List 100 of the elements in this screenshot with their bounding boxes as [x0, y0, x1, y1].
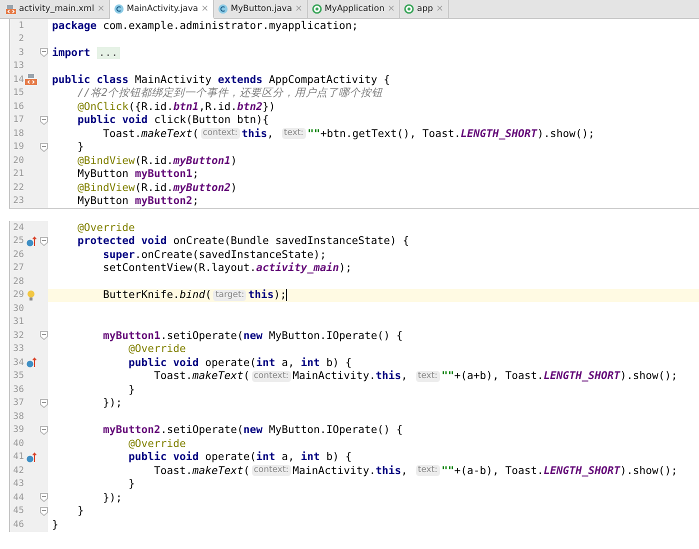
code-text: , — [267, 128, 275, 140]
code-text: .onCreate(savedInstanceState); — [134, 248, 326, 261]
code-text: MainActivity — [134, 74, 212, 86]
line-number: 33 — [12, 344, 24, 354]
line-number: 19 — [12, 142, 24, 152]
code-text: } — [76, 505, 84, 518]
parameter-hint: context: — [252, 465, 291, 476]
string-literal: "" — [442, 464, 454, 477]
parameter-hint: text: — [416, 465, 440, 476]
tab-label: MyButton.java — [230, 4, 292, 14]
code-comment: //将2个按钮都绑定到一个事件，还要区分，用户点了哪个按钮 — [76, 86, 383, 100]
keyword: int — [300, 356, 321, 369]
line-number: 18 — [12, 128, 24, 139]
fold-marker-icon[interactable] — [40, 426, 48, 435]
keyword: int — [256, 356, 276, 369]
line-number: 35 — [12, 371, 24, 382]
line-number: 30 — [12, 304, 24, 314]
keyword: this — [376, 370, 402, 382]
code-text: ) — [230, 154, 237, 167]
tab-label: MainActivity.java — [126, 4, 198, 14]
parameter-hint: text: — [282, 128, 306, 140]
static-field: btn1 — [173, 100, 199, 113]
code-text: ButterKnife. — [102, 289, 180, 302]
string-literal: "" — [442, 370, 454, 382]
code-text: } — [128, 384, 135, 396]
line-number: 36 — [12, 384, 24, 395]
line-number: 39 — [12, 425, 24, 436]
line-number: 1 — [18, 20, 24, 31]
code-text: MyButton.IOperate() { — [268, 330, 403, 342]
line-number: 28 — [12, 276, 24, 287]
keyword: this — [242, 128, 268, 140]
keyword: public class — [52, 74, 130, 86]
field-name: myButton2 — [102, 424, 160, 436]
code-text: , — [401, 464, 408, 477]
folded-code[interactable]: ... — [96, 46, 120, 59]
parameter-hint: text: — [416, 370, 440, 382]
tab-label: MyApplication — [324, 4, 384, 14]
code-text: +(a-b), Toast. — [454, 464, 544, 477]
keyword: protected void — [76, 235, 168, 248]
code-text: ( — [243, 370, 250, 382]
code-text: Toast. — [153, 464, 192, 477]
code-text: ).show(); — [620, 464, 678, 477]
annotation: @OnClick — [76, 100, 129, 113]
override-icon[interactable] — [26, 236, 36, 247]
line-number: 23 — [12, 196, 24, 206]
static-field: myButton1 — [173, 154, 231, 167]
code-text: Toast. — [153, 370, 192, 382]
fold-marker-icon[interactable] — [40, 493, 48, 502]
code-text: (R.id. — [134, 154, 174, 167]
override-icon[interactable] — [26, 357, 36, 368]
line-number: 3 — [18, 48, 24, 58]
static-field: LENGTH_SHORT — [460, 128, 538, 140]
fold-marker-icon[interactable] — [40, 331, 48, 340]
line-number: 43 — [12, 479, 24, 490]
static-field: LENGTH_SHORT — [544, 464, 620, 477]
code-text: } — [76, 141, 84, 154]
editor-tab[interactable]: MainActivity.java × — [110, 0, 214, 19]
fold-marker-icon[interactable] — [40, 48, 48, 58]
line-number: 22 — [12, 182, 24, 193]
override-icon[interactable] — [26, 452, 36, 463]
code-text: , — [401, 370, 408, 382]
fold-marker-icon[interactable] — [40, 116, 48, 125]
keyword: int — [256, 451, 276, 464]
parameter-hint: context: — [200, 128, 240, 140]
code-text: click(Button btn){ — [154, 114, 269, 126]
string-literal: "" — [308, 128, 320, 140]
code-text: +btn.getText(), Toast. — [320, 128, 461, 140]
method-name: makeText — [192, 464, 244, 477]
class-gutter-icon[interactable] — [25, 74, 37, 86]
fold-marker-icon[interactable] — [40, 506, 48, 516]
code-text: MainActivity. — [292, 370, 376, 382]
line-number: 45 — [12, 506, 24, 516]
code-text: }); — [102, 397, 122, 410]
lightbulb-icon[interactable] — [27, 290, 35, 301]
static-field: btn2 — [237, 100, 263, 113]
line-number: 15 — [12, 88, 24, 98]
code-text: MainActivity. — [292, 464, 376, 477]
annotation: @BindView — [76, 182, 135, 194]
keyword: super — [102, 248, 135, 261]
code-text: operate( — [205, 356, 256, 369]
editor-tab[interactable]: MyApplication × — [308, 0, 400, 18]
code-text: ; — [192, 168, 199, 180]
code-text: AppCompatActivity { — [268, 74, 390, 86]
line-number: 24 — [12, 222, 24, 233]
xml-file-icon — [6, 4, 16, 14]
fold-marker-icon[interactable] — [40, 142, 48, 152]
fold-marker-icon[interactable] — [40, 236, 48, 246]
line-number: 46 — [12, 520, 24, 530]
code-text: ); — [339, 262, 352, 274]
class-icon — [218, 4, 228, 14]
code-text: ( — [243, 464, 250, 477]
line-number: 41 — [12, 452, 24, 462]
fold-marker-icon[interactable] — [40, 398, 48, 408]
keyword: package — [52, 20, 97, 32]
code-text: ( — [205, 289, 212, 302]
code-text: Toast. — [102, 128, 142, 140]
line-number: 32 — [12, 330, 24, 341]
editor-tab[interactable]: MyButton.java × — [214, 0, 308, 18]
static-field: activity_main — [256, 262, 340, 274]
text-cursor — [286, 289, 288, 302]
